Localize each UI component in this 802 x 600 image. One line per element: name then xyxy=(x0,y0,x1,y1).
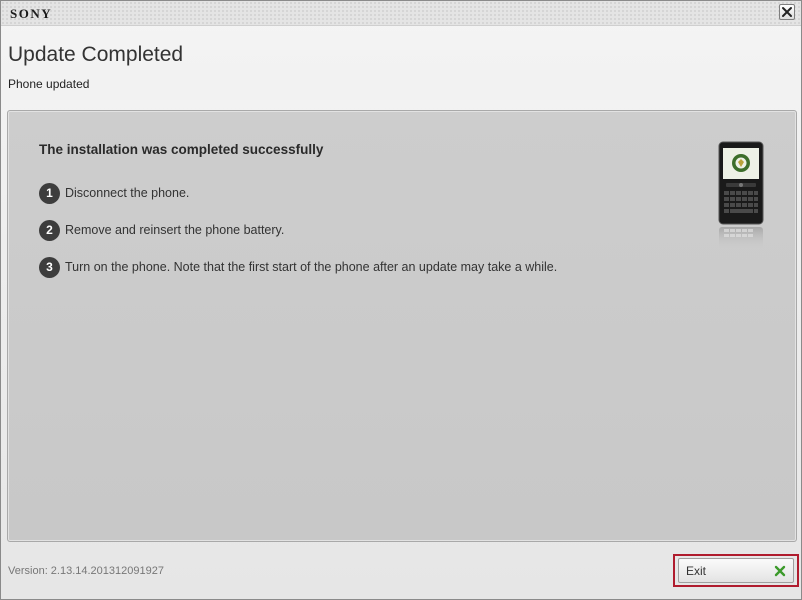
step-item-3: 3 Turn on the phone. Note that the first… xyxy=(39,256,557,278)
step-number-badge: 3 xyxy=(39,256,60,278)
step-text: Remove and reinsert the phone battery. xyxy=(65,223,285,237)
exit-button[interactable]: Exit xyxy=(678,558,794,583)
page-subtitle: Phone updated xyxy=(8,77,90,91)
step-number-badge: 2 xyxy=(39,219,60,241)
step-number-badge: 1 xyxy=(39,182,60,204)
page-title: Update Completed xyxy=(8,43,184,66)
exit-button-label: Exit xyxy=(686,563,707,578)
phone-icon xyxy=(718,141,764,249)
step-item-2: 2 Remove and reinsert the phone battery. xyxy=(39,219,284,241)
step-text: Disconnect the phone. xyxy=(65,186,190,200)
title-bar: SONY xyxy=(1,1,801,26)
update-window: SONY Update Completed Phone updated The … xyxy=(0,0,802,600)
success-heading: The installation was completed successfu… xyxy=(39,142,324,157)
sony-logo: SONY xyxy=(10,6,53,21)
step-text: Turn on the phone. Note that the first s… xyxy=(65,260,558,274)
step-item-1: 1 Disconnect the phone. xyxy=(39,182,189,204)
close-button[interactable] xyxy=(779,4,795,20)
green-x-icon xyxy=(774,565,786,576)
content-panel: The installation was completed successfu… xyxy=(7,110,797,542)
close-icon xyxy=(782,7,792,17)
version-label: Version: 2.13.14.201312091927 xyxy=(8,565,164,577)
